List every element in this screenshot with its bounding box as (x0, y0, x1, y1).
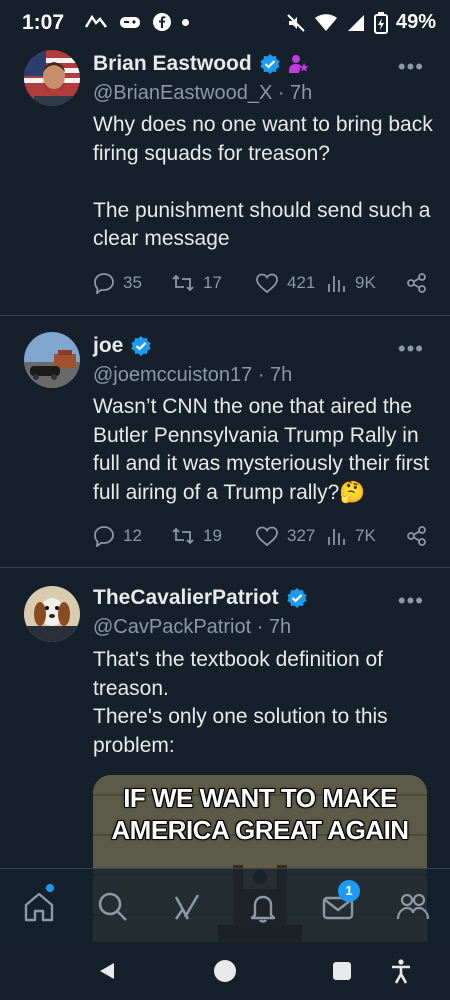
retweet-icon (172, 274, 194, 292)
more-options-icon[interactable]: ••• (398, 54, 424, 80)
system-status: 49% (286, 11, 436, 34)
tweet-text: Why does no one want to bring back firin… (93, 113, 433, 250)
more-options-icon[interactable]: ••• (398, 588, 424, 614)
author-name[interactable]: Brian Eastwood (93, 52, 252, 76)
accessibility-icon[interactable] (389, 958, 413, 984)
verified-icon (286, 588, 307, 608)
like-button[interactable]: 421 (255, 272, 327, 294)
notifications-icon[interactable] (245, 889, 281, 925)
reply-button[interactable]: 35 (93, 272, 171, 294)
system-nav-bar (0, 942, 450, 1000)
activity-icon (84, 14, 107, 28)
more-options-icon[interactable]: ••• (398, 336, 424, 362)
mute-icon (287, 13, 305, 32)
like-button[interactable]: 327 (255, 525, 327, 547)
author-name[interactable]: joe (93, 334, 123, 358)
view-count: 9K (355, 273, 376, 292)
reply-button[interactable]: 12 (93, 525, 171, 547)
retweet-button[interactable]: 19 (171, 525, 255, 547)
author-row: joe (93, 334, 152, 358)
author-row: TheCavalierPatriot (93, 586, 308, 610)
author-handle: @BrianEastwood_X · 7h (93, 82, 313, 104)
reply-icon (94, 526, 114, 547)
search-icon[interactable] (95, 889, 131, 925)
messages-badge: 1 (338, 880, 360, 902)
reply-count: 12 (123, 526, 142, 545)
bottom-tab-bar (0, 868, 450, 943)
battery-icon (373, 11, 388, 34)
signal-icon (347, 14, 364, 31)
subscriber-badge-icon (288, 55, 309, 73)
avatar[interactable] (24, 586, 80, 642)
heart-icon (256, 273, 278, 294)
tweet-text: That's the textbook definition of treaso… (93, 648, 388, 757)
wifi-icon (314, 13, 337, 31)
verified-icon (131, 336, 151, 356)
tweet-actions: 35 17 421 9K (93, 272, 428, 294)
share-icon (407, 526, 426, 546)
divider (0, 315, 450, 316)
divider (0, 567, 450, 568)
retweet-icon (172, 527, 194, 545)
like-count: 327 (287, 526, 316, 545)
gamepad-icon (120, 17, 140, 28)
retweet-button[interactable]: 17 (171, 272, 255, 294)
share-button[interactable] (406, 525, 428, 547)
views-button[interactable]: 7K (327, 525, 405, 547)
tweet-actions: 12 19 327 7K (93, 525, 428, 547)
view-count: 7K (355, 526, 376, 545)
avatar[interactable] (24, 50, 80, 106)
media-caption-line-1: IF WE WANT TO MAKE (123, 783, 397, 813)
home-nav-icon[interactable] (213, 959, 237, 983)
battery-percent: 49% (395, 11, 436, 33)
recents-icon[interactable] (332, 961, 352, 981)
avatar[interactable] (24, 332, 80, 388)
grok-icon[interactable] (169, 889, 205, 925)
reply-icon (94, 273, 114, 294)
status-bar: 1:07 49% (0, 0, 450, 46)
like-count: 421 (287, 273, 316, 292)
back-icon[interactable] (96, 960, 118, 982)
notification-icons (84, 12, 189, 32)
status-time: 1:07 (22, 11, 65, 34)
share-button[interactable] (406, 272, 428, 294)
verified-icon (260, 54, 280, 74)
tweet-text: Wasn’t CNN the one that aired the Butler… (93, 395, 435, 504)
communities-icon[interactable] (395, 889, 431, 925)
notification-dot (182, 18, 189, 26)
heart-icon (256, 526, 278, 547)
home-unread-dot (46, 884, 54, 892)
author-handle: @CavPackPatriot · 7h (93, 616, 292, 638)
views-icon (328, 529, 345, 545)
retweet-count: 17 (203, 273, 222, 292)
reply-count: 35 (123, 273, 142, 292)
facebook-icon (153, 13, 171, 31)
author-row: Brian Eastwood (93, 52, 310, 76)
views-button[interactable]: 9K (327, 272, 405, 294)
share-icon (407, 273, 426, 293)
media-caption-line-2: AMERICA GREAT AGAIN (111, 815, 409, 845)
retweet-count: 19 (203, 526, 222, 545)
home-icon[interactable] (21, 889, 57, 925)
author-handle: @joemccuiston17 · 7h (93, 364, 293, 386)
views-icon (328, 276, 345, 292)
author-name[interactable]: TheCavalierPatriot (93, 586, 279, 610)
